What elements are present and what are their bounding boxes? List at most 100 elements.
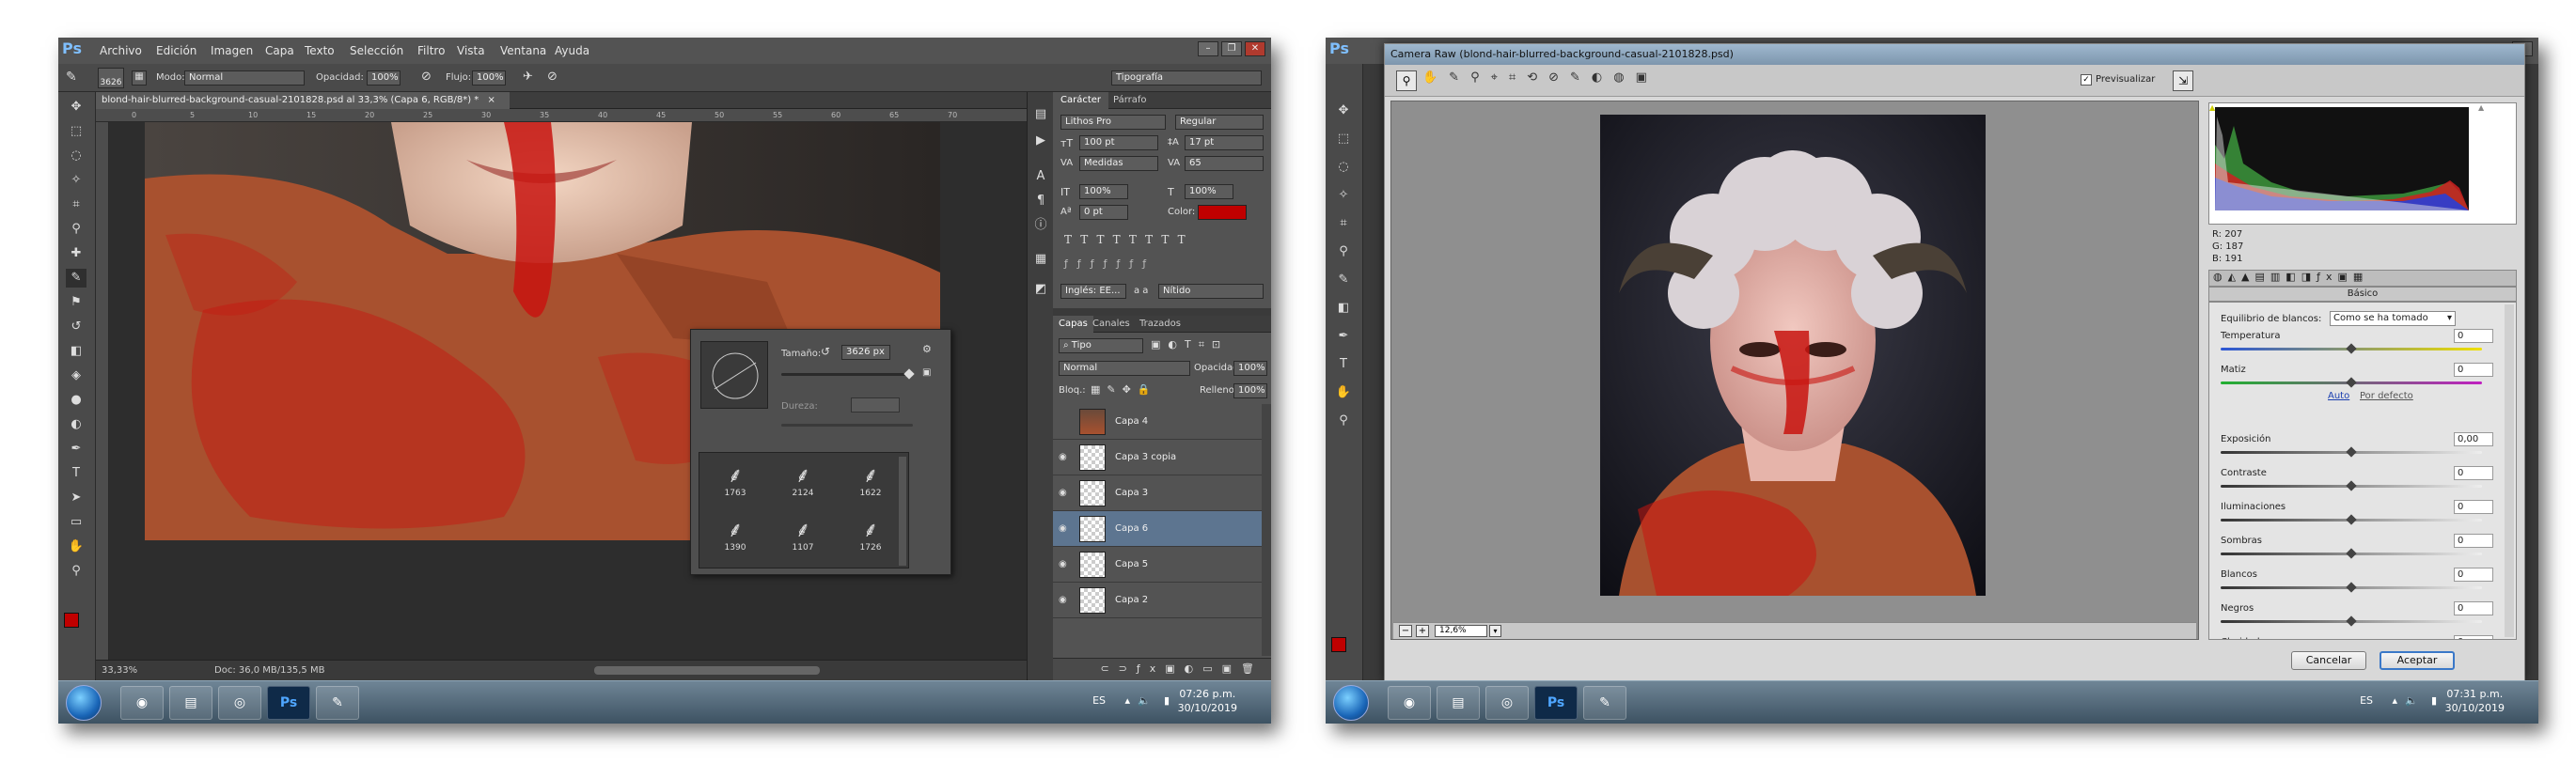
volume-icon[interactable]: 🔈 (1138, 694, 1151, 707)
swatches-panel-icon[interactable]: ▦ (1030, 250, 1051, 269)
pen-tool-icon[interactable]: ✒ (66, 440, 86, 459)
brush-size-input[interactable]: 3626 px (841, 345, 890, 360)
eye-icon[interactable] (1059, 416, 1070, 426)
slider-handle[interactable] (2346, 343, 2357, 354)
history-panel-icon[interactable]: ▤ (1030, 105, 1051, 124)
quick-selection-icon[interactable]: ✧ (66, 171, 86, 190)
slider-handle[interactable] (2346, 548, 2357, 559)
chrome-icon[interactable]: ◎ (218, 686, 261, 720)
slider-value-input[interactable]: 0 (2454, 329, 2493, 343)
airbrush-icon[interactable]: ✈ (523, 70, 533, 84)
eyedropper-icon[interactable]: ⚲ (66, 220, 86, 239)
maximize-icon[interactable]: ❐ (1221, 41, 1242, 56)
layer-row[interactable]: ◉ Capa 3 copia (1053, 440, 1262, 475)
history-brush-icon[interactable]: ↺ (66, 318, 86, 336)
dodge-tool-icon[interactable]: ◐ (66, 415, 86, 434)
menu-filtro[interactable]: Filtro (417, 44, 445, 57)
slider-value-input[interactable]: 0,00 (2454, 432, 2493, 446)
opentype-buttons[interactable]: ƒƒƒƒƒƒƒ (1064, 257, 1155, 270)
tab-close-icon[interactable]: × (487, 95, 495, 105)
horizontal-scrollbar[interactable] (594, 666, 820, 675)
paint-app-icon[interactable]: ✎ (1583, 686, 1626, 720)
foreground-color-swatch[interactable] (64, 613, 79, 628)
slider-handle[interactable] (2346, 480, 2357, 491)
adjustment-slider[interactable] (2221, 615, 2482, 627)
eye-icon[interactable]: ◉ (1059, 595, 1070, 605)
menu-edicion[interactable]: Edición (156, 44, 196, 57)
opacity-input[interactable]: 100% (367, 70, 401, 86)
brush-tool-icon[interactable]: ✎ (66, 70, 77, 85)
volume-icon[interactable]: 🔈 (2405, 694, 2418, 707)
adjustment-panel-tabs[interactable]: ◍◭▲▤▥◧◨ƒx▣▦ (2208, 270, 2517, 287)
settings-gear-icon[interactable]: ⚙ (922, 343, 932, 355)
move-tool-icon[interactable]: ✥ (66, 98, 86, 117)
brush-angle-preview[interactable] (700, 341, 768, 409)
ok-button[interactable]: Aceptar (2380, 651, 2455, 670)
info-panel-icon[interactable]: ⓘ (1030, 216, 1051, 235)
slider-value-input[interactable]: 0 (2454, 601, 2493, 615)
kerning-select[interactable]: Medidas (1079, 156, 1158, 171)
slider-handle[interactable] (2346, 514, 2357, 525)
layer-opacity-input[interactable]: 100% (1233, 361, 1267, 376)
horizontal-scale-input[interactable]: 100% (1185, 184, 1233, 199)
brush-preset[interactable]: ⸙ 2124 (775, 460, 831, 509)
character-panel-icon[interactable]: A (1030, 167, 1051, 186)
brush-preset[interactable]: ⸙ 1390 (707, 515, 763, 564)
type-tool-icon[interactable]: T (66, 464, 86, 483)
paint-bucket-icon[interactable]: ◈ (66, 366, 86, 385)
zoom-out-icon[interactable]: − (1399, 625, 1412, 637)
auto-link[interactable]: Auto (2328, 391, 2349, 401)
geo-app-icon[interactable]: ◉ (120, 686, 164, 720)
type-style-buttons[interactable]: TTTTTTTT (1064, 233, 1194, 246)
language-select[interactable]: Inglés: EE... (1060, 284, 1126, 299)
eye-icon[interactable]: ◉ (1059, 452, 1070, 462)
size-slider[interactable] (781, 368, 915, 380)
eraser-icon[interactable]: ◧ (66, 342, 86, 361)
tab-character[interactable]: Carácter (1053, 92, 1109, 109)
layer-filter-select[interactable]: ⌕ Tipo (1059, 338, 1143, 353)
menu-imagen[interactable]: Imagen (211, 44, 253, 57)
blur-tool-icon[interactable]: ● (66, 391, 86, 410)
menu-archivo[interactable]: Archivo (100, 44, 142, 57)
tracking-select[interactable]: 65 (1185, 156, 1264, 171)
leading-input[interactable]: 17 pt (1185, 135, 1264, 150)
language-indicator[interactable]: ES (1092, 694, 1106, 707)
adjustment-slider[interactable] (2221, 446, 2482, 458)
brush-icon[interactable]: ✎ (66, 269, 86, 288)
lock-buttons[interactable]: ▦✎✥🔒 (1091, 383, 1157, 396)
slider-value-input[interactable]: 0 (2454, 568, 2493, 582)
menu-ventana[interactable]: Ventana (500, 44, 546, 57)
adjustments-panel-icon[interactable]: ◩ (1030, 280, 1051, 299)
eye-icon[interactable]: ◉ (1059, 488, 1070, 498)
adjustment-slider[interactable] (2221, 582, 2482, 593)
slider-handle[interactable] (2346, 582, 2357, 593)
adjustment-slider[interactable] (2221, 514, 2482, 525)
adjustment-slider[interactable] (2221, 343, 2482, 354)
layer-row[interactable]: ◉ Capa 5 (1053, 547, 1262, 583)
shape-tool-icon[interactable]: ▭ (66, 513, 86, 532)
healing-brush-icon[interactable]: ✚ (66, 244, 86, 263)
slider-value-input[interactable]: 0 (2454, 500, 2493, 514)
preset-scrollbar[interactable] (899, 457, 906, 566)
photoshop-taskbar-icon[interactable]: Ps (267, 686, 310, 720)
canvas-area[interactable]: Tamaño: ↺ 3626 px ⚙ ▣ Dureza: ⸙ 1763 ⸙ 212… (109, 122, 1027, 660)
font-size-input[interactable]: 100 pt (1079, 135, 1158, 150)
clock[interactable]: 07:31 p.m. 30/10/2019 (2445, 687, 2505, 715)
brush-preset[interactable]: ⸙ 1622 (842, 460, 899, 509)
chrome-icon[interactable]: ◎ (1485, 686, 1529, 720)
slider-handle[interactable] (2346, 615, 2357, 627)
brush-preset[interactable]: ⸙ 1726 (842, 515, 899, 564)
new-preset-icon[interactable]: ▣ (922, 367, 931, 378)
photoshop-taskbar-icon[interactable]: Ps (1534, 686, 1578, 720)
layer-row[interactable]: Capa 4 (1053, 404, 1262, 440)
brush-preset[interactable]: ⸙ 1107 (775, 515, 831, 564)
antialias-select[interactable]: Nítido (1158, 284, 1264, 299)
pressure-size-icon[interactable]: ⊘ (547, 70, 558, 84)
menu-ayuda[interactable]: Ayuda (555, 44, 589, 57)
layers-scrollbar[interactable] (1262, 404, 1271, 656)
tray-arrow-icon[interactable]: ▴ (1124, 694, 1130, 707)
slider-value-input[interactable]: 0 (2454, 363, 2493, 377)
brush-panel-icon[interactable]: ▦ (132, 70, 147, 86)
font-family-select[interactable]: Lithos Pro (1060, 115, 1166, 130)
preview-checkbox[interactable]: ✓ (2081, 74, 2092, 86)
